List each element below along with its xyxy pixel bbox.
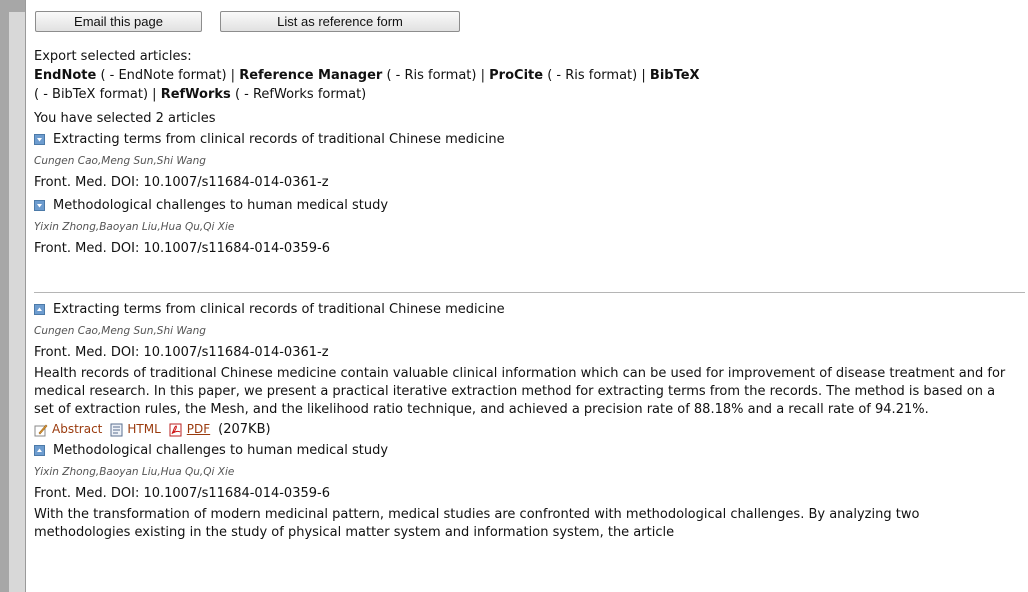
refworks-desc: ( - RefWorks format) (234, 87, 367, 102)
expand-up-icon[interactable] (34, 303, 45, 315)
export-heading: Export selected articles: (34, 49, 192, 64)
abstract-label: Abstract (52, 422, 103, 436)
selected-article-title: Methodological challenges to human medic… (34, 194, 1025, 216)
pdf-label: PDF (186, 422, 211, 436)
email-page-button[interactable]: Email this page (35, 11, 202, 32)
results-sheet: Email this page List as reference form E… (25, 0, 1028, 592)
title-text[interactable]: Methodological challenges to human medic… (53, 196, 388, 215)
endnote-link[interactable]: EndNote (34, 68, 96, 83)
doi: Front. Med. DOI: 10.1007/s11684-014-0359… (34, 241, 330, 256)
procite-desc: ( - Ris format) (547, 68, 638, 83)
selected-count: You have selected 2 articles (34, 111, 216, 126)
selected-article: Extracting terms from clinical records o… (34, 128, 1025, 194)
bibtex-link[interactable]: BibTeX (650, 68, 700, 83)
authors: Cungen Cao,Meng Sun,Shi Wang (34, 155, 206, 167)
export-formats-line2: ( - BibTeX format) | RefWorks ( - RefWor… (34, 85, 1025, 104)
reference-manager-desc: ( - Ris format) (386, 68, 477, 83)
separator: | (641, 68, 646, 83)
article-list: Extracting terms from clinical records o… (34, 298, 1025, 542)
doi: Front. Med. DOI: 10.1007/s11684-014-0361… (34, 345, 329, 360)
html-link[interactable]: HTML (110, 420, 164, 439)
reference-manager-link[interactable]: Reference Manager (239, 68, 382, 83)
html-label: HTML (127, 422, 161, 436)
title-text[interactable]: Extracting terms from clinical records o… (53, 300, 505, 319)
export-formats-line1: EndNote ( - EndNote format) | Reference … (34, 66, 1025, 85)
article-title: Extracting terms from clinical records o… (34, 298, 1025, 320)
doi: Front. Med. DOI: 10.1007/s11684-014-0361… (34, 175, 329, 190)
article-entry: Extracting terms from clinical records o… (34, 298, 1025, 439)
doi: Front. Med. DOI: 10.1007/s11684-014-0359… (34, 486, 330, 501)
collapse-down-icon[interactable] (34, 199, 45, 211)
document-icon (110, 423, 123, 436)
abstract-link[interactable]: Abstract (34, 420, 106, 439)
pdf-size: (207KB) (218, 422, 271, 437)
action-buttons: Email this page List as reference form (35, 11, 460, 32)
refworks-link[interactable]: RefWorks (161, 87, 231, 102)
separator: | (230, 68, 236, 83)
expand-up-icon[interactable] (34, 444, 45, 456)
separator: | (152, 87, 157, 102)
list-reference-button[interactable]: List as reference form (220, 11, 460, 32)
selected-article-title: Extracting terms from clinical records o… (34, 128, 1025, 150)
title-text[interactable]: Methodological challenges to human medic… (53, 441, 388, 460)
collapse-down-icon[interactable] (34, 133, 45, 145)
bibtex-desc: ( - BibTeX format) (34, 87, 149, 102)
abstract-text: With the transformation of modern medici… (34, 507, 920, 540)
pdf-link[interactable]: PDF (169, 420, 214, 439)
selected-article: Methodological challenges to human medic… (34, 194, 1025, 260)
article-links: Abstract HTML PDF (207KB) (34, 420, 1025, 439)
pencil-icon (34, 424, 48, 436)
article-title: Methodological challenges to human medic… (34, 439, 1025, 461)
procite-link[interactable]: ProCite (489, 68, 543, 83)
authors: Yixin Zhong,Baoyan Liu,Hua Qu,Qi Xie (34, 221, 235, 233)
authors: Yixin Zhong,Baoyan Liu,Hua Qu,Qi Xie (34, 466, 235, 478)
separator: | (480, 68, 486, 83)
authors: Cungen Cao,Meng Sun,Shi Wang (34, 325, 206, 337)
divider (34, 292, 1025, 293)
content: Export selected articles: EndNote ( - En… (34, 40, 1025, 540)
title-text[interactable]: Extracting terms from clinical records o… (53, 130, 505, 149)
pdf-icon (169, 423, 182, 436)
endnote-desc: ( - EndNote format) (100, 68, 227, 83)
article-entry: Methodological challenges to human medic… (34, 439, 1025, 542)
abstract-text: Health records of traditional Chinese me… (34, 366, 1006, 417)
